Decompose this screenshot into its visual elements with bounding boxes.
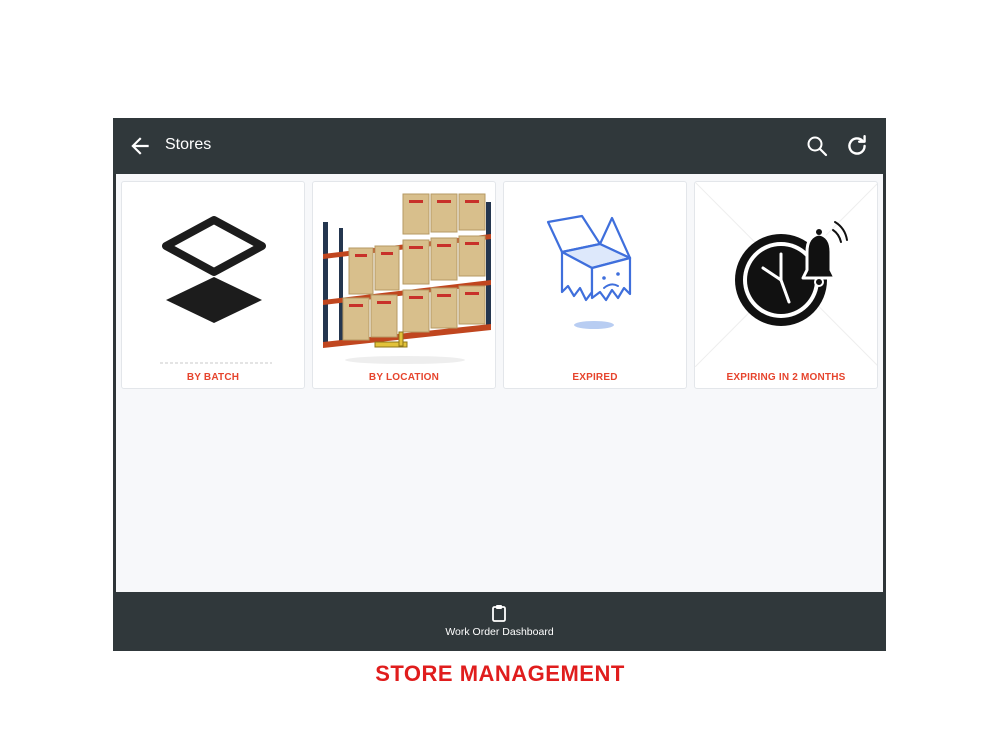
by-location-card[interactable]: BY LOCATION <box>312 181 496 389</box>
refresh-icon[interactable] <box>844 133 870 159</box>
card-label: EXPIRED <box>572 372 618 383</box>
expired-card[interactable]: EXPIRED <box>503 181 687 389</box>
store-management-caption: STORE MANAGEMENT <box>375 661 625 686</box>
top-app-bar: Stores <box>113 118 886 174</box>
expiring-in-2-months-card[interactable]: EXPIRING IN 2 MONTHS <box>694 181 878 389</box>
bottom-nav-bar: Work Order Dashboard <box>113 592 886 651</box>
search-icon[interactable] <box>805 134 829 158</box>
warehouse-racks-image <box>323 193 491 364</box>
store-options-grid: BY BATCH BY LOCATION EXPIRED EXPIRING IN… <box>116 174 883 592</box>
card-label: BY BATCH <box>186 372 240 383</box>
back-arrow-icon[interactable] <box>127 133 153 159</box>
clock-alarm-icon <box>695 182 877 367</box>
layers-icon <box>160 216 272 364</box>
page-title: Stores <box>165 136 212 153</box>
card-label: BY LOCATION <box>368 372 440 383</box>
work-order-dashboard-button[interactable]: Work Order Dashboard <box>413 592 586 651</box>
sad-box-icon <box>546 214 632 329</box>
clipboard-icon <box>492 605 506 622</box>
work-order-dashboard-label: Work Order Dashboard <box>445 626 554 638</box>
by-batch-card[interactable]: BY BATCH <box>121 181 305 389</box>
tablet-screen: Stores BY BATCH BY LOCATION EXPIRED EXPI… <box>113 118 886 651</box>
card-label: EXPIRING IN 2 MONTHS <box>726 372 846 383</box>
